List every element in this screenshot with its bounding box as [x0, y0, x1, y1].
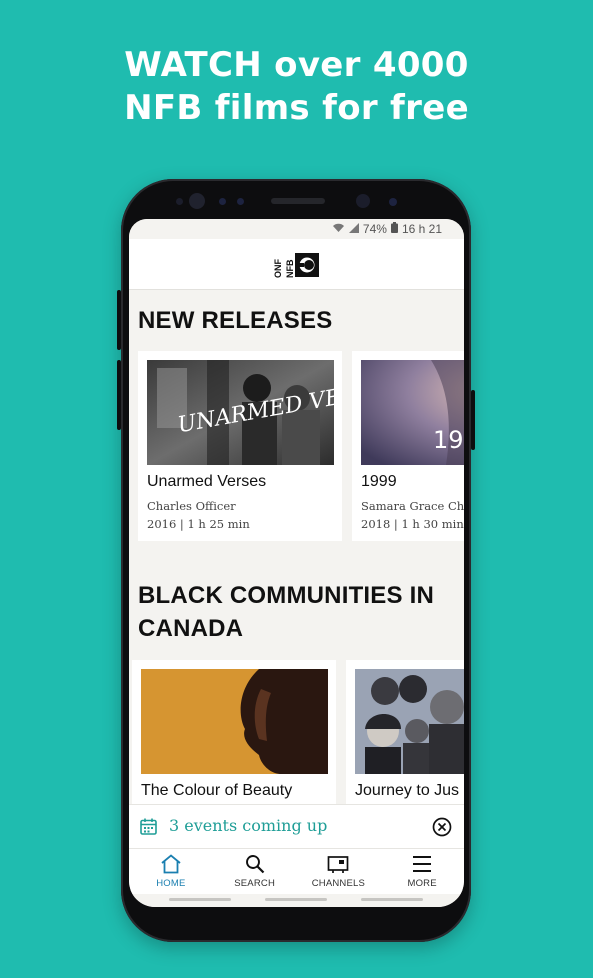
film-thumbnail: [141, 669, 328, 774]
nav-more[interactable]: MORE: [380, 849, 464, 894]
phone-sensor: [176, 198, 183, 205]
film-title: Journey to Jus: [355, 782, 460, 799]
phone-sensor: [389, 198, 397, 206]
phone-side-button: [471, 390, 475, 450]
menu-icon: [413, 856, 432, 872]
wifi-icon: [332, 222, 345, 236]
app-screen: 74% 16 h 21 ONF NFB NEW RELEASES UNARMED…: [129, 219, 464, 907]
phone-sensor: [219, 198, 226, 205]
nav-label: CHANNELS: [311, 878, 366, 889]
nav-home[interactable]: HOME: [129, 849, 213, 894]
film-card[interactable]: Journey to Jus: [346, 660, 464, 810]
nfb-logo[interactable]: ONF NFB: [270, 252, 322, 278]
gesture-bar: [129, 894, 464, 907]
clock: 16 h 21: [401, 222, 442, 236]
section-title-new-releases: NEW RELEASES: [138, 307, 333, 334]
thumb-title-art: 199: [433, 426, 464, 454]
nav-label: MORE: [407, 878, 437, 889]
events-text: 3 events coming up: [169, 816, 328, 835]
front-camera: [189, 193, 205, 209]
battery-percent: 74%: [362, 222, 387, 236]
film-thumbnail: [355, 669, 464, 774]
gesture-hint: [265, 898, 327, 901]
home-icon: [161, 854, 181, 874]
phone-speaker: [271, 198, 325, 204]
calendar-icon: [140, 818, 157, 839]
film-year-duration: 2018 | 1 h 30 min: [361, 517, 464, 531]
film-card[interactable]: 199 1999 Samara Grace Ch 2018 | 1 h 30 m…: [352, 351, 464, 541]
signal-icon: [348, 222, 359, 236]
logo-text-onf: ONF: [273, 259, 283, 279]
battery-icon: [390, 222, 398, 236]
film-director: Charles Officer: [147, 499, 236, 513]
film-title: The Colour of Beauty: [141, 782, 293, 799]
promo-line-2: NFB films for free: [124, 88, 469, 128]
phone-sensor: [356, 194, 370, 208]
events-banner[interactable]: 3 events coming up: [129, 804, 464, 848]
status-bar: 74% 16 h 21: [129, 219, 464, 239]
film-year-duration: 2016 | 1 h 25 min: [147, 517, 250, 531]
nav-label: HOME: [156, 878, 186, 889]
search-icon: [245, 855, 264, 874]
film-card[interactable]: The Colour of Beauty: [132, 660, 336, 810]
phone-side-button: [117, 290, 121, 350]
promo-line-1: WATCH over 4000: [124, 45, 469, 85]
film-title: 1999: [361, 473, 397, 490]
tv-icon: [328, 856, 349, 873]
phone-sensor: [237, 198, 244, 205]
film-director: Samara Grace Ch: [361, 499, 464, 513]
app-bar: ONF NFB: [129, 239, 464, 290]
film-thumbnail: 199: [361, 360, 464, 465]
section-title-line: BLACK COMMUNITIES IN: [138, 582, 434, 609]
nfb-logo-icon: ONF NFB: [273, 253, 319, 279]
bottom-navigation: HOME SEARCH CHANNELS MORE: [129, 848, 464, 894]
gesture-hint: [361, 898, 423, 901]
section-title-line: CANADA: [138, 615, 244, 642]
promo-headline: WATCH over 4000 NFB films for free: [0, 44, 593, 130]
film-title: Unarmed Verses: [147, 473, 267, 490]
film-card[interactable]: UNARMED VERSES Unarmed Verses Charles Of…: [138, 351, 342, 541]
logo-text-nfb: NFB: [285, 259, 295, 278]
gesture-hint: [169, 898, 231, 901]
nav-search[interactable]: SEARCH: [213, 849, 297, 894]
nav-label: SEARCH: [234, 878, 276, 889]
phone-side-button: [117, 360, 121, 430]
nav-channels[interactable]: CHANNELS: [297, 849, 381, 894]
film-thumbnail: UNARMED VERSES: [147, 360, 334, 465]
section-title-black-communities: BLACK COMMUNITIES IN CANADA: [138, 579, 434, 645]
close-circle-icon[interactable]: [432, 817, 452, 841]
